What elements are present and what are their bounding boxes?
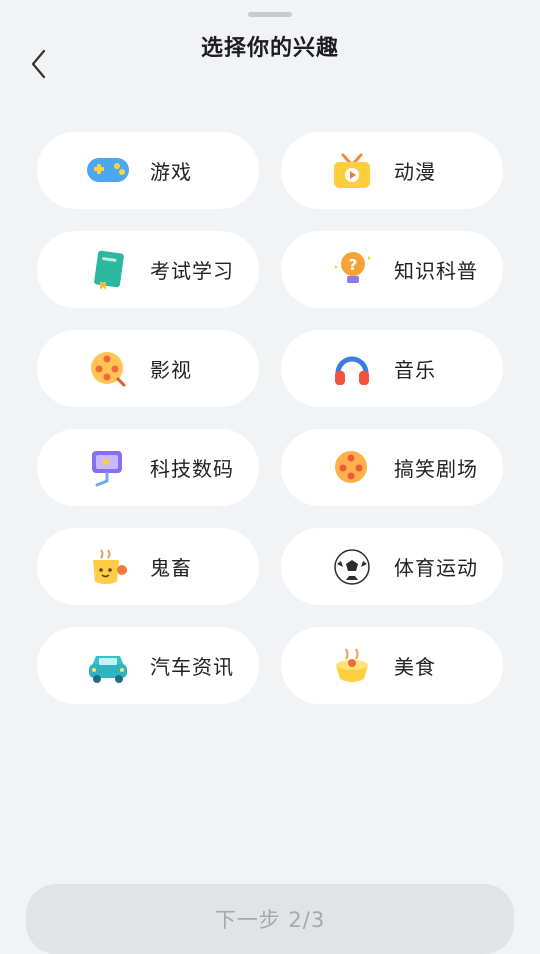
- tv-anime-icon: [329, 148, 375, 194]
- interest-chip-food[interactable]: 美食: [281, 627, 503, 704]
- lightbulb-icon: ?: [329, 247, 375, 293]
- interest-label: 知识科普: [394, 259, 478, 283]
- svg-text:?: ?: [349, 256, 358, 274]
- interest-label: 汽车资讯: [150, 655, 234, 679]
- interest-label: 动漫: [394, 160, 436, 184]
- interest-label: 鬼畜: [150, 556, 192, 580]
- interest-label: 音乐: [394, 358, 436, 382]
- interest-chip-music[interactable]: 音乐: [281, 330, 503, 407]
- interest-grid: 游戏 动漫 考试学习 ? 知识科普 影视 音乐 科技数码 搞笑剧场 鬼畜 体育运…: [37, 132, 503, 704]
- interest-chip-sports[interactable]: 体育运动: [281, 528, 503, 605]
- page-title: 选择你的兴趣: [200, 36, 339, 61]
- cup-face-icon: [85, 544, 131, 590]
- comedy-reel-icon: [329, 445, 375, 491]
- next-step-button[interactable]: 下一步 2/3: [26, 884, 514, 954]
- food-icon: [329, 643, 375, 689]
- interest-label: 游戏: [150, 160, 192, 184]
- interest-label: 科技数码: [150, 457, 234, 481]
- book-icon: [85, 247, 131, 293]
- bottom-sheet: 选择你的兴趣 游戏 动漫 考试学习 ? 知识科普 影视 音乐 科技数码 搞笑剧场…: [0, 0, 540, 954]
- interest-chip-anime[interactable]: 动漫: [281, 132, 503, 209]
- next-step-label: 下一步 2/3: [214, 908, 326, 932]
- interest-label: 搞笑剧场: [394, 457, 478, 481]
- interest-label: 考试学习: [150, 259, 234, 283]
- interest-chip-tech[interactable]: 科技数码: [37, 429, 259, 506]
- soccer-ball-icon: [329, 544, 375, 590]
- drag-handle[interactable]: [248, 12, 292, 17]
- interest-label: 美食: [394, 655, 436, 679]
- interest-chip-cars[interactable]: 汽车资讯: [37, 627, 259, 704]
- film-reel-icon: [85, 346, 131, 392]
- headphones-icon: [329, 346, 375, 392]
- interest-chip-games[interactable]: 游戏: [37, 132, 259, 209]
- gamepad-icon: [85, 148, 131, 194]
- interest-chip-knowledge[interactable]: ? 知识科普: [281, 231, 503, 308]
- interest-chip-kichiku[interactable]: 鬼畜: [37, 528, 259, 605]
- interest-chip-comedy[interactable]: 搞笑剧场: [281, 429, 503, 506]
- interest-chip-film[interactable]: 影视: [37, 330, 259, 407]
- interest-chip-study[interactable]: 考试学习: [37, 231, 259, 308]
- tech-device-icon: [85, 445, 131, 491]
- car-icon: [85, 643, 131, 689]
- interest-label: 影视: [150, 358, 192, 382]
- interest-label: 体育运动: [394, 556, 478, 580]
